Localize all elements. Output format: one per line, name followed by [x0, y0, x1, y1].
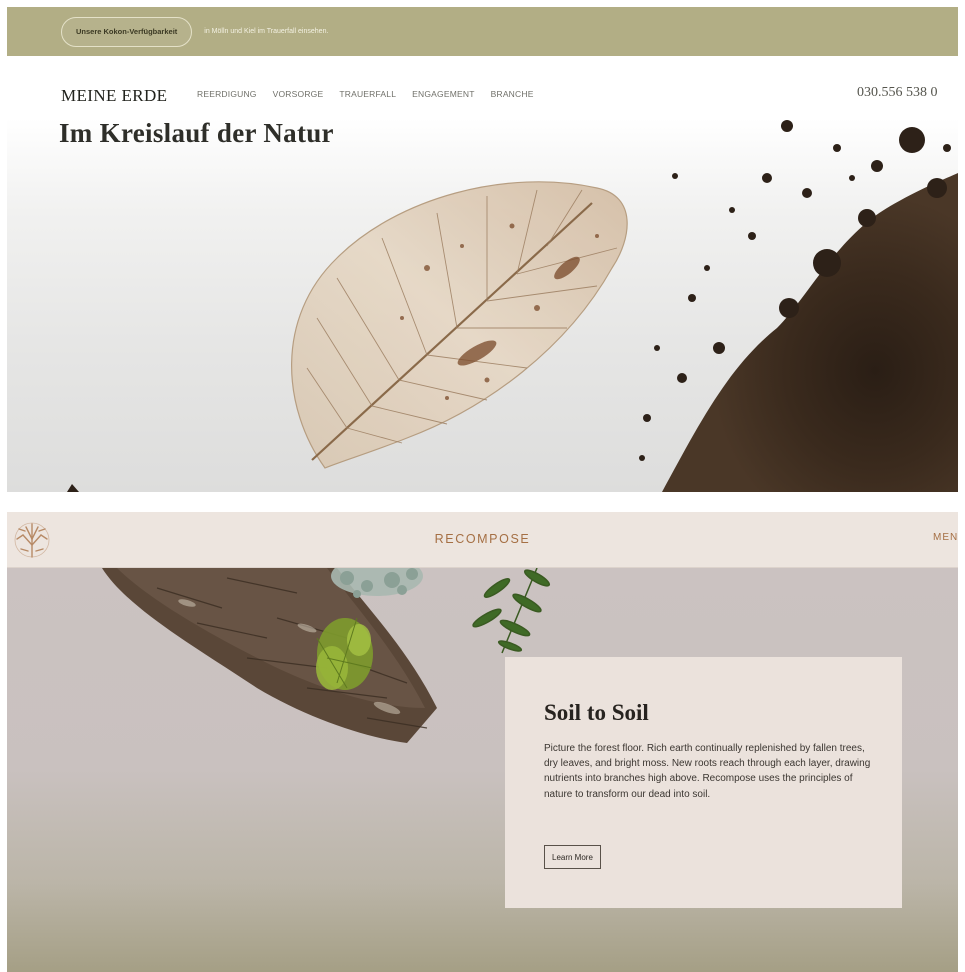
hero-leaf-soil-image: [67, 120, 958, 492]
card-title: Soil to Soil: [544, 700, 649, 725]
kokon-availability-button[interactable]: Unsere Kokon-Verfügbarkeit: [61, 16, 193, 47]
recompose-hero: Soil to Soil Picture the forest floor. R…: [7, 568, 958, 972]
card-description: Picture the forest floor. Rich earth con…: [544, 743, 871, 800]
learn-more-button[interactable]: Learn More: [544, 845, 601, 869]
meine-erde-screenshot: Unsere Kokon-Verfügbarkeit in Mölln und …: [7, 7, 958, 492]
nav-item-engagement[interactable]: ENGAGEMENT: [412, 89, 474, 99]
meine-erde-logo[interactable]: MEINE ERDE: [61, 86, 167, 106]
nav-item-branche[interactable]: BRANCHE: [491, 89, 534, 99]
recompose-header: RECOMPOSE MEN: [7, 512, 958, 568]
soil-to-soil-card: Soil to Soil Picture the forest floor. R…: [505, 657, 902, 908]
recompose-brand[interactable]: RECOMPOSE: [7, 532, 958, 546]
announcement-text: in Mölln und Kiel im Trauerfall einsehen…: [204, 28, 329, 35]
phone-number-link[interactable]: 030.556 538 0: [857, 85, 938, 101]
menu-button[interactable]: MEN: [933, 532, 958, 543]
nav-item-reerdigung[interactable]: REERDIGUNG: [197, 89, 257, 99]
fern-sprig-graphic: [472, 568, 551, 654]
hero-headline: Im Kreislauf der Natur: [59, 118, 334, 148]
nav-menu: REERDIGUNG VORSORGE TRAUERFALL ENGAGEMEN…: [197, 89, 534, 99]
announcement-bar: Unsere Kokon-Verfügbarkeit in Mölln und …: [7, 7, 958, 56]
leaf-graphic: [291, 181, 628, 469]
main-navigation: MEINE ERDE REERDIGUNG VORSORGE TRAUERFAL…: [7, 56, 958, 118]
recompose-screenshot: RECOMPOSE MEN Soil to Soil Picture the f…: [7, 512, 958, 972]
nav-item-vorsorge[interactable]: VORSORGE: [273, 89, 324, 99]
nav-item-trauerfall[interactable]: TRAUERFALL: [339, 89, 396, 99]
hero-section: Im Kreislauf der Natur: [7, 118, 958, 492]
